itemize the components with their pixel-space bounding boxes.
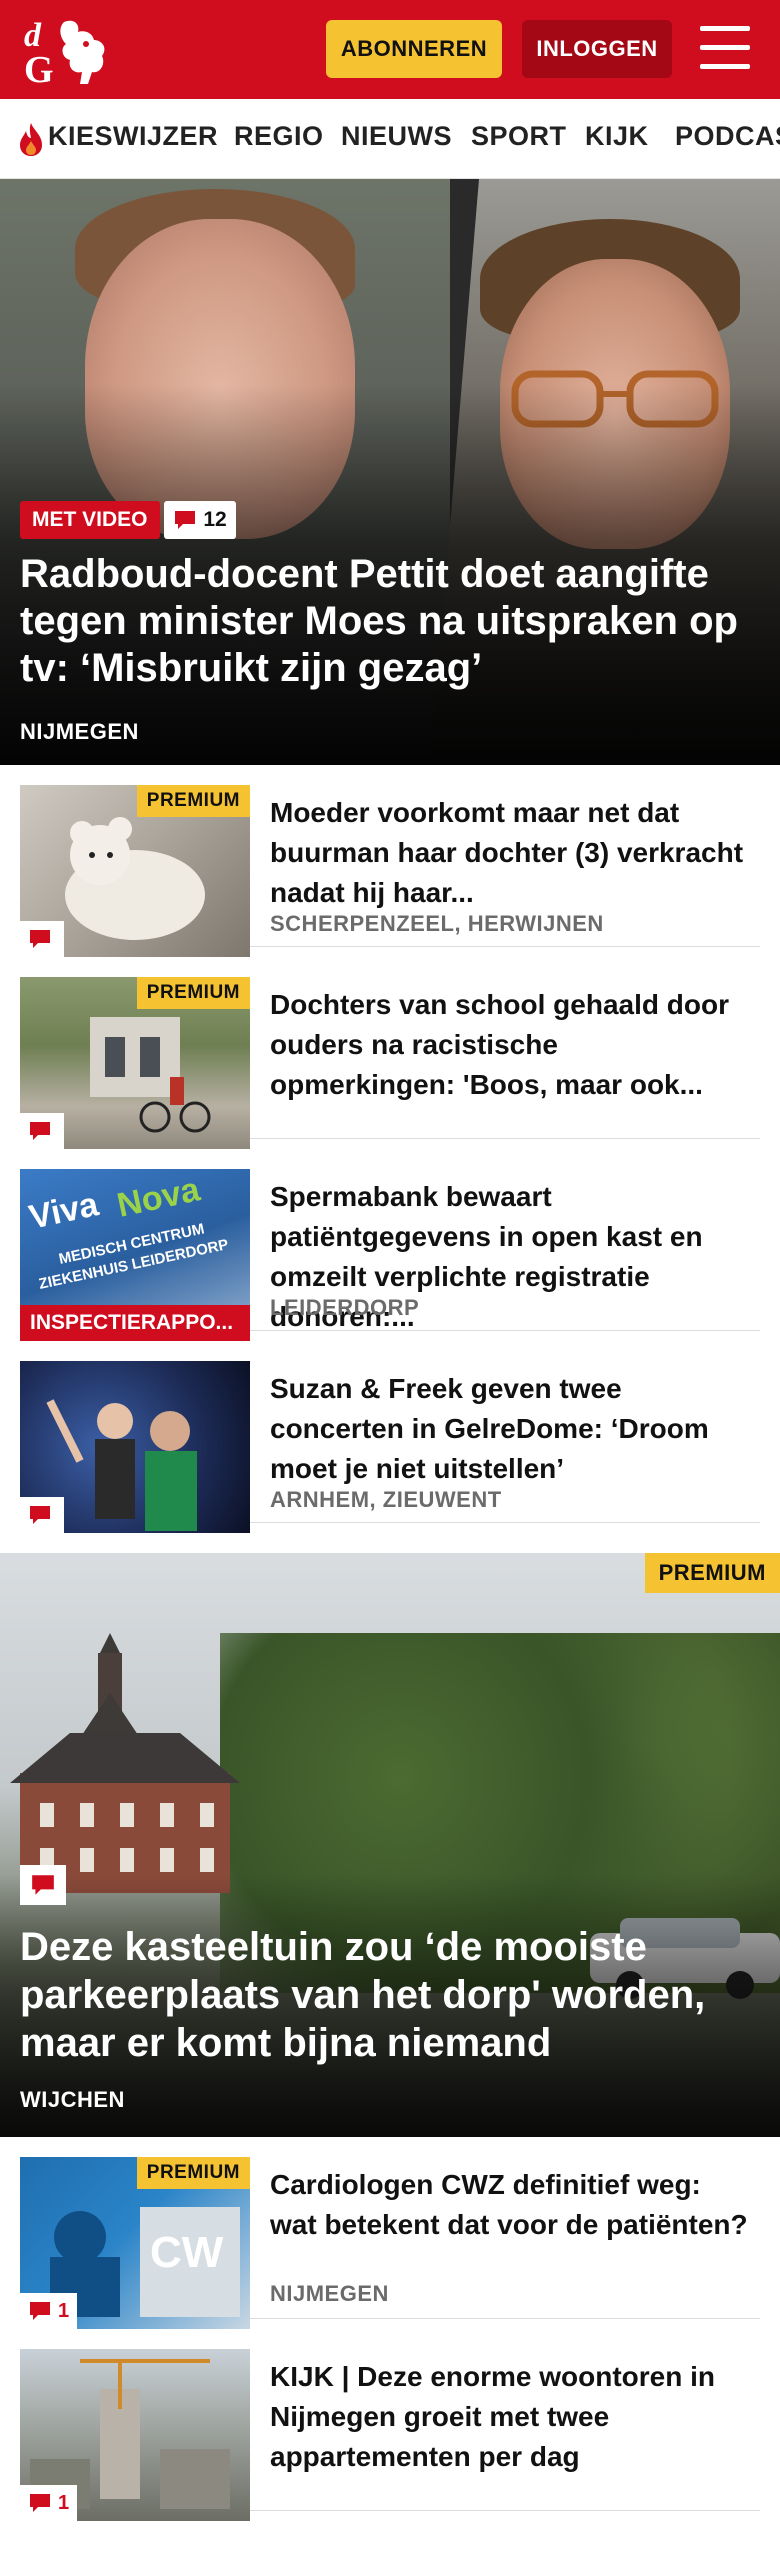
article-title[interactable]: Dochters van school gehaald door ouders … bbox=[270, 985, 750, 1105]
svg-text:CW: CW bbox=[150, 2228, 224, 2277]
site-header: d G ABONNEREN INLOGGEN bbox=[0, 0, 780, 99]
article-thumbnail: Viva Nova MEDISCH CENTRUM ZIEKENHUIS LEI… bbox=[20, 1169, 250, 1341]
premium-badge: PREMIUM bbox=[136, 785, 250, 817]
svg-text:Viva: Viva bbox=[26, 1185, 103, 1237]
comment-badge[interactable]: 1 bbox=[20, 2485, 78, 2521]
article-location: SCHERPENZEEL, HERWIJNEN bbox=[270, 911, 604, 936]
article-location: LEIDERDORP bbox=[270, 1295, 420, 1320]
nav-item-regio[interactable]: REGIO bbox=[234, 121, 324, 152]
flame-icon bbox=[20, 123, 42, 156]
feature-location: WIJCHEN bbox=[20, 2087, 125, 2112]
premium-badge: PREMIUM bbox=[136, 977, 250, 1009]
comment-badge[interactable]: 1 bbox=[20, 2293, 78, 2329]
nav-item-kijk[interactable]: KIJK bbox=[585, 121, 649, 152]
list-item[interactable]: 1 KIJK | Deze enorme woontoren in Nijmeg… bbox=[20, 2335, 760, 2521]
list-item[interactable]: Viva Nova MEDISCH CENTRUM ZIEKENHUIS LEI… bbox=[20, 1155, 760, 1341]
article-location: ARNHEM, ZIEUWENT bbox=[270, 1487, 502, 1512]
comment-badge[interactable] bbox=[20, 1113, 64, 1149]
article-thumbnail: CW PREMIUM 1 bbox=[20, 2157, 250, 2329]
svg-text:G: G bbox=[24, 49, 54, 86]
comment-icon bbox=[30, 1506, 50, 1524]
comment-badge[interactable] bbox=[20, 1497, 64, 1533]
hero-title[interactable]: Radboud-docent Pettit doet aangifte tege… bbox=[20, 551, 760, 692]
article-location: NIJMEGEN bbox=[270, 2281, 389, 2306]
article-thumbnail bbox=[20, 1361, 250, 1533]
article-title[interactable]: KIJK | Deze enorme woontoren in Nijmegen… bbox=[270, 2357, 750, 2477]
comment-count: 1 bbox=[58, 2299, 70, 2322]
hero-article[interactable]: MET VIDEO 12 Radboud-docent Pettit doet … bbox=[0, 179, 780, 765]
list-item[interactable]: CW PREMIUM 1 Cardiologen CWZ definitief … bbox=[20, 2143, 760, 2329]
nav-item-sport[interactable]: SPORT bbox=[471, 121, 567, 152]
article-title[interactable]: Suzan & Freek geven twee concerten in Ge… bbox=[270, 1369, 750, 1489]
comment-count: 1 bbox=[58, 2491, 70, 2514]
menu-icon[interactable] bbox=[700, 26, 750, 70]
premium-badge: PREMIUM bbox=[644, 1553, 780, 1593]
feature-title[interactable]: Deze kasteeltuin zou ‘de mooiste parkeer… bbox=[20, 1923, 760, 2067]
feature-article[interactable]: PREMIUM Deze kasteeltuin zou ‘de mooiste… bbox=[0, 1553, 780, 2137]
comment-icon bbox=[32, 1875, 54, 1895]
article-thumbnail: 1 bbox=[20, 2349, 250, 2521]
subscribe-button[interactable]: ABONNEREN bbox=[326, 20, 502, 78]
comment-icon bbox=[30, 930, 50, 948]
comment-badge[interactable] bbox=[20, 921, 64, 957]
nav-item-kieswijzer[interactable]: KIESWIJZER bbox=[48, 121, 218, 152]
premium-badge: PREMIUM bbox=[136, 2157, 250, 2189]
article-title[interactable]: Moeder voorkomt maar net dat buurman haa… bbox=[270, 793, 750, 913]
comment-icon bbox=[30, 1122, 50, 1140]
nav-item-nieuws[interactable]: NIEUWS bbox=[341, 121, 452, 152]
comment-count-badge[interactable]: 12 bbox=[164, 501, 236, 539]
main-navigation: KIESWIJZER REGIO NIEUWS SPORT KIJK PODCA… bbox=[0, 99, 780, 179]
hero-location: NIJMEGEN bbox=[20, 719, 139, 744]
category-badge: INSPECTIERAPPO... bbox=[20, 1305, 250, 1341]
list-item[interactable]: PREMIUM Dochters van school gehaald door… bbox=[20, 963, 760, 1149]
svg-text:Nova: Nova bbox=[114, 1170, 204, 1225]
article-thumbnail: PREMIUM bbox=[20, 977, 250, 1149]
login-button[interactable]: INLOGGEN bbox=[522, 20, 672, 78]
list-item[interactable]: Suzan & Freek geven twee concerten in Ge… bbox=[20, 1347, 760, 1533]
comment-count: 12 bbox=[203, 508, 227, 531]
article-thumbnail: PREMIUM bbox=[20, 785, 250, 957]
comment-icon bbox=[175, 511, 196, 529]
nav-item-podcasts[interactable]: PODCAS bbox=[675, 121, 780, 152]
list-item[interactable]: PREMIUM Moeder voorkomt maar net dat buu… bbox=[20, 771, 760, 957]
comment-icon bbox=[30, 2494, 50, 2512]
comment-badge[interactable] bbox=[20, 1865, 66, 1905]
site-logo[interactable]: d G bbox=[22, 14, 114, 86]
article-title[interactable]: Cardiologen CWZ definitief weg: wat bete… bbox=[270, 2165, 750, 2245]
video-badge: MET VIDEO bbox=[20, 501, 160, 539]
comment-icon bbox=[30, 2302, 50, 2320]
